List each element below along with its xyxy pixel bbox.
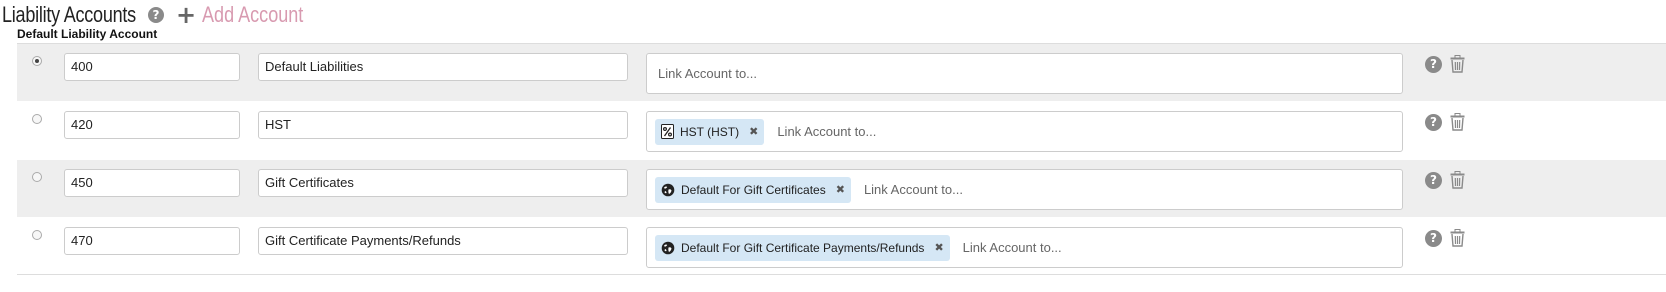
tag-label: Default For Gift Certificate Payments/Re… bbox=[681, 240, 925, 255]
account-name-input[interactable]: Default Liabilities bbox=[258, 53, 628, 81]
linked-account-tag: Default For Gift Certificate Payments/Re… bbox=[655, 234, 950, 261]
link-account-field[interactable]: Default For Gift Certificate Payments/Re… bbox=[646, 227, 1403, 268]
row-actions: ? bbox=[1425, 113, 1465, 131]
globe-icon bbox=[661, 183, 675, 197]
remove-tag-icon[interactable]: ✖ bbox=[749, 125, 758, 138]
link-account-input[interactable]: Link Account to... bbox=[774, 124, 876, 139]
remove-tag-icon[interactable]: ✖ bbox=[934, 241, 943, 254]
default-account-label: Default Liability Account bbox=[17, 27, 158, 41]
plus-icon: + bbox=[176, 1, 197, 29]
default-account-radio[interactable] bbox=[32, 56, 42, 66]
account-number-input[interactable]: 470 bbox=[64, 227, 240, 255]
tag-label: HST (HST) bbox=[680, 124, 740, 139]
trash-icon[interactable] bbox=[1450, 171, 1465, 189]
trash-icon[interactable] bbox=[1450, 55, 1465, 73]
account-number-input[interactable]: 420 bbox=[64, 111, 240, 139]
liability-account-list: 400 Default Liabilities Link Account to...… bbox=[17, 44, 1666, 275]
account-row: 470 Gift Certificate Payments/Refunds Defa… bbox=[17, 218, 1666, 275]
account-row: 450 Gift Certificates Default For Gift Cer… bbox=[17, 160, 1666, 218]
tag-label: Default For Gift Certificates bbox=[681, 182, 826, 197]
account-name-input[interactable]: Gift Certificates bbox=[258, 169, 628, 197]
linked-account-tag: Default For Gift Certificates ✖ bbox=[655, 176, 851, 203]
question-circle-icon[interactable]: ? bbox=[148, 7, 164, 23]
trash-icon[interactable] bbox=[1450, 113, 1465, 131]
section-header: Liability Accounts ? + Add Account bbox=[0, 0, 326, 30]
question-circle-icon[interactable]: ? bbox=[1425, 55, 1442, 73]
link-account-field[interactable]: Default For Gift Certificates ✖ Link Accou… bbox=[646, 169, 1403, 210]
account-name-input[interactable]: Gift Certificate Payments/Refunds bbox=[258, 227, 628, 255]
link-account-input[interactable]: Link Account to... bbox=[861, 182, 963, 197]
add-account-label: Add Account bbox=[202, 2, 304, 27]
row-actions: ? bbox=[1425, 171, 1465, 189]
account-row: 420 HST HST (HST) ✖ Link Account to...? bbox=[17, 102, 1666, 160]
account-row: 400 Default Liabilities Link Account to...… bbox=[17, 44, 1666, 102]
remove-tag-icon[interactable]: ✖ bbox=[836, 183, 845, 196]
question-circle-icon[interactable]: ? bbox=[1425, 229, 1442, 247]
account-number-input[interactable]: 450 bbox=[64, 169, 240, 197]
link-account-input[interactable]: Link Account to... bbox=[960, 240, 1062, 255]
question-circle-icon[interactable]: ? bbox=[1425, 171, 1442, 189]
row-actions: ? bbox=[1425, 55, 1465, 73]
link-account-input[interactable]: Link Account to... bbox=[655, 66, 757, 81]
default-account-radio[interactable] bbox=[32, 172, 42, 182]
default-account-radio[interactable] bbox=[32, 114, 42, 124]
trash-icon[interactable] bbox=[1450, 229, 1465, 247]
add-account-button[interactable]: + Add Account bbox=[176, 2, 326, 28]
account-number-input[interactable]: 400 bbox=[64, 53, 240, 81]
percent-icon bbox=[661, 124, 674, 139]
row-actions: ? bbox=[1425, 229, 1465, 247]
default-account-radio[interactable] bbox=[32, 230, 42, 240]
question-circle-icon[interactable]: ? bbox=[1425, 113, 1442, 131]
section-title: Liability Accounts bbox=[2, 2, 136, 27]
account-name-input[interactable]: HST bbox=[258, 111, 628, 139]
link-account-field[interactable]: Link Account to... bbox=[646, 53, 1403, 94]
globe-icon bbox=[661, 241, 675, 255]
linked-account-tag: HST (HST) ✖ bbox=[655, 118, 765, 145]
link-account-field[interactable]: HST (HST) ✖ Link Account to... bbox=[646, 111, 1403, 152]
